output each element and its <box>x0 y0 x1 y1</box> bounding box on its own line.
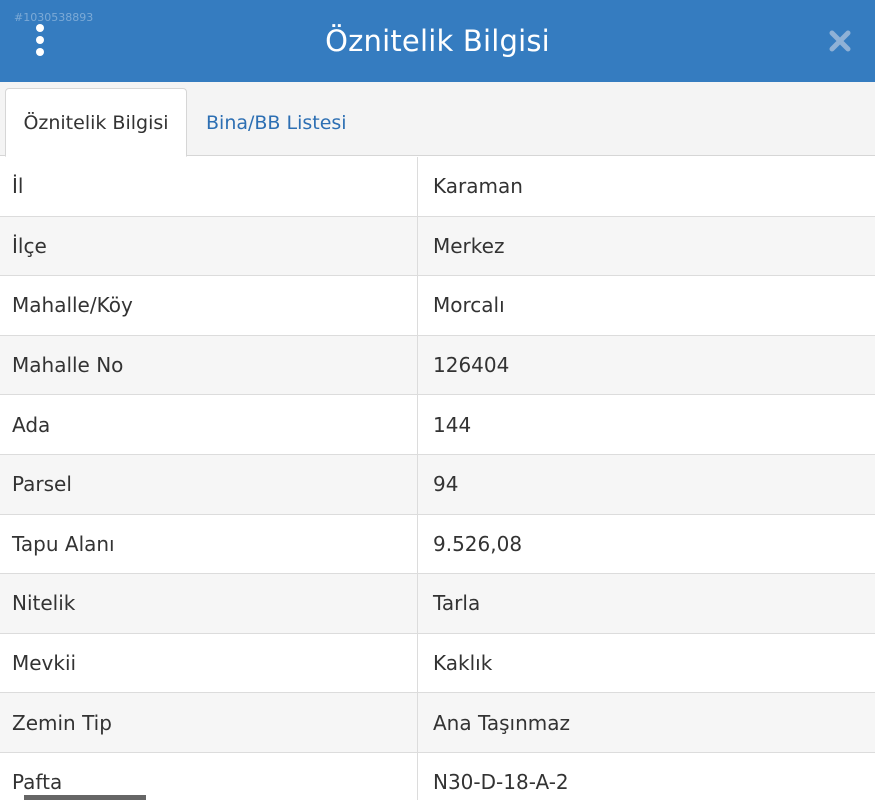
tab-label: Öznitelik Bilgisi <box>23 111 169 134</box>
row-key: Nitelik <box>0 574 418 633</box>
table-row: Zemin Tip Ana Taşınmaz <box>0 693 875 753</box>
row-value: Kaklık <box>433 651 493 676</box>
row-key: İl <box>0 157 418 216</box>
row-value: Karaman <box>433 174 523 199</box>
table-row: Nitelik Tarla <box>0 574 875 634</box>
dialog-header: #1030538893 Öznitelik Bilgisi <box>0 0 875 82</box>
row-key: Mahalle/Köy <box>0 276 418 335</box>
row-key: Zemin Tip <box>0 693 418 752</box>
row-key: Ada <box>0 395 418 454</box>
row-value: 94 <box>433 472 459 497</box>
row-key: İlçe <box>0 216 418 276</box>
row-key: Mahalle No <box>0 335 418 395</box>
close-button[interactable] <box>823 24 857 58</box>
row-value: Morcalı <box>433 293 505 318</box>
menu-button[interactable] <box>26 22 54 58</box>
row-key: Mevkii <box>0 633 418 693</box>
row-value: Ana Taşınmaz <box>433 710 571 735</box>
table-row: Parsel 94 <box>0 454 875 515</box>
tab-bar: Öznitelik Bilgisi Bina/BB Listesi <box>0 82 875 157</box>
row-value: 9.526,08 <box>433 531 523 556</box>
table-row: İlçe Merkez <box>0 216 875 277</box>
vertical-dots-icon <box>36 36 44 44</box>
tab-building-list[interactable]: Bina/BB Listesi <box>206 88 347 157</box>
row-key: Pafta <box>0 752 418 800</box>
dialog-title: Öznitelik Bilgisi <box>325 24 550 58</box>
tab-label: Bina/BB Listesi <box>206 111 347 134</box>
table-row: Mevkii Kaklık <box>0 633 875 694</box>
row-value: 126404 <box>433 353 510 378</box>
table-row: Mahalle No 126404 <box>0 335 875 396</box>
table-row: İl Karaman <box>0 157 875 217</box>
attribute-info-dialog: #1030538893 Öznitelik Bilgisi Öznitelik … <box>0 0 875 800</box>
table-row: Pafta N30-D-18-A-2 <box>0 752 875 800</box>
tab-attribute-info[interactable]: Öznitelik Bilgisi <box>5 88 187 157</box>
row-key: Tapu Alanı <box>0 514 418 574</box>
row-key: Parsel <box>0 454 418 514</box>
close-icon <box>829 30 851 52</box>
row-value: Merkez <box>433 233 505 258</box>
attribute-table: İl Karaman İlçe Merkez Mahalle/Köy Morca… <box>0 157 875 800</box>
scroll-indicator <box>24 795 146 800</box>
row-value: N30-D-18-A-2 <box>433 770 569 795</box>
table-row: Ada 144 <box>0 395 875 455</box>
table-row: Mahalle/Köy Morcalı <box>0 276 875 336</box>
row-value: 144 <box>433 412 472 437</box>
row-value: Tarla <box>433 591 481 616</box>
vertical-dots-icon <box>36 48 44 56</box>
vertical-dots-icon <box>36 24 44 32</box>
table-row: Tapu Alanı 9.526,08 <box>0 514 875 575</box>
